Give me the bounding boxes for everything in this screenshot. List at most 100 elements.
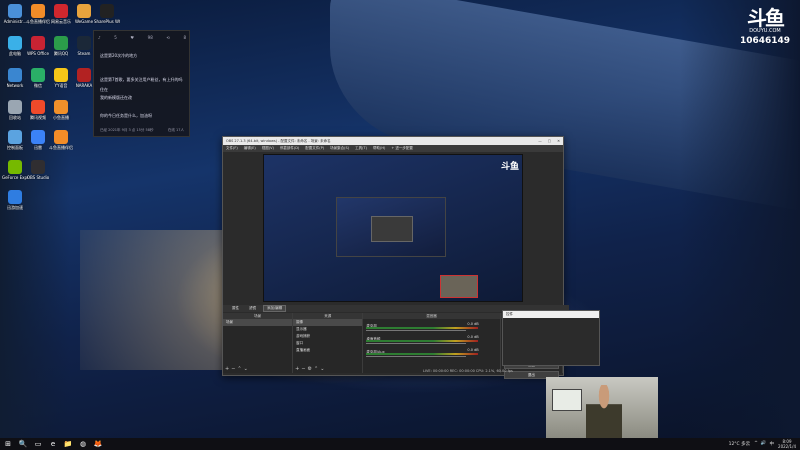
notification-footer-left: 已经 2021年 9月 3 点 15分 58秒 (100, 128, 154, 132)
audio-level-meter (366, 353, 479, 355)
app-icon (77, 4, 91, 18)
notification-stat: 5 (114, 35, 117, 40)
volume-slider[interactable] (366, 330, 467, 331)
desktop-icon-label: 迅游加速 (7, 205, 23, 210)
chat-message: 这是第7首歌，要多关注用户粉丝，有上升的吗 (100, 77, 183, 82)
scenes-dock: 场景 场景 +−⌃⌄ (223, 313, 294, 373)
taskbar-app-icon[interactable]: ▭ (31, 439, 45, 449)
taskbar-app-icon[interactable]: ◍ (76, 439, 90, 449)
notification-stat: ♥ (130, 35, 135, 40)
taskbar-app-icon[interactable]: e (46, 439, 60, 449)
app-icon (54, 4, 68, 18)
preview-logo: 斗鱼 (500, 162, 519, 172)
obs-menu-item[interactable]: 场景集合(S) (330, 146, 349, 151)
obs-menu-item[interactable]: 视图(V) (262, 146, 274, 151)
mixer-track: 麦克风/Aux 0.0 dB (366, 348, 496, 358)
scene-tab[interactable]: 属性 (229, 306, 242, 311)
maximize-icon[interactable]: ▢ (548, 139, 551, 143)
obs-menu-item[interactable]: 配置文件(P) (305, 146, 324, 151)
obs-menu-item[interactable]: 帮助(H) (373, 146, 385, 151)
volume-slider[interactable] (366, 356, 467, 357)
desktop-icon[interactable]: 小鱼直播 (48, 98, 74, 130)
close-icon[interactable]: ✕ (557, 139, 560, 143)
desktop-icon[interactable]: OBS Studio (25, 158, 51, 190)
desktop-icon-label: OBS Studio (26, 175, 50, 180)
app-icon (31, 100, 45, 114)
notification-stat: ⟲ (166, 35, 170, 40)
app-icon (8, 4, 22, 18)
app-icon (31, 68, 45, 82)
streamer-webcam (546, 377, 658, 439)
nested-preview (336, 197, 446, 257)
preview-webcam (440, 275, 478, 298)
obs-menu-item[interactable]: + 进一步配置 (391, 146, 413, 151)
clock-date: 2022/1/4 (778, 444, 796, 449)
mixer-track-db: 0.0 dB (467, 335, 479, 339)
desktop-icon-label: 小鱼直播 (53, 115, 69, 120)
volume-slider[interactable] (366, 343, 467, 344)
source-item[interactable]: 显示器 (293, 326, 362, 333)
scene-tab[interactable]: 滤镜 (246, 306, 259, 311)
clock[interactable]: 8:09 2022/1/4 (778, 439, 796, 449)
taskbar-app-icon[interactable]: 🦊 (91, 439, 105, 449)
scene-tab[interactable]: 添加/编辑 (263, 305, 287, 312)
streamer (586, 385, 622, 439)
app-icon (8, 130, 22, 144)
obs-menu-item[interactable]: 编辑(E) (244, 146, 256, 151)
app-icon (77, 68, 91, 82)
mixer-track-db: 0.0 dB (467, 348, 479, 352)
app-icon (54, 68, 68, 82)
audio-level-meter (366, 327, 479, 329)
notification-stat: 98 (147, 35, 153, 40)
taskbar-app-icon[interactable]: 📁 (61, 439, 75, 449)
chat-message: 你的今日任务是什么，加油呀 (100, 113, 152, 118)
app-icon (31, 36, 45, 50)
source-item[interactable]: 游戏捕获 (293, 333, 362, 340)
desktop-icon[interactable]: 斗鱼直播伴侣 (48, 128, 74, 160)
taskbar-app-icon[interactable]: 🔍 (16, 439, 30, 449)
app-icon (8, 36, 22, 50)
obs-titlebar[interactable]: OBS 27.1.3 (64-bit, windows) - 配置文件: 未命名… (223, 137, 563, 145)
desktop-icon[interactable]: 迅游加速 (2, 188, 28, 220)
notification-footer-right: 在线 17人 (167, 128, 184, 132)
app-icon (54, 130, 68, 144)
obs-menu-item[interactable]: 停靠部件(D) (280, 146, 299, 151)
app-icon (54, 36, 68, 50)
notification-stat: 8 (183, 35, 186, 40)
notification-stat: ♪ (98, 35, 101, 40)
source-item[interactable]: 窗口 (293, 340, 362, 347)
source-item[interactable]: 直播画面 (293, 347, 362, 354)
desktop-icon-label: SharePlus WOTV (94, 19, 120, 24)
obs-menu-item[interactable]: 文件(F) (226, 146, 238, 151)
app-icon (8, 190, 22, 204)
tray-icon[interactable]: ^ (754, 441, 758, 447)
system-tray: 12°C 多云 ^ 🔊 中 8:09 2022/1/4 (729, 438, 796, 450)
minimize-icon[interactable]: — (538, 139, 542, 143)
start-icon[interactable]: ⊞ (1, 439, 15, 449)
tray-icon[interactable]: 中 (770, 441, 775, 447)
app-icon (8, 160, 22, 174)
background-monitor (552, 389, 582, 411)
sources-dock: 来源 摄像 显示器 游戏捕获 窗口 直播画面 +−⚙⌃⌄ (293, 313, 364, 373)
app-icon (77, 36, 91, 50)
notification-header: ♪ 5 ♥ 98 ⟲ 8 (98, 35, 186, 40)
scenes-controls[interactable]: +−⌃⌄ (225, 366, 250, 372)
chat-message: 这是第20次冷的地方 (100, 53, 138, 58)
obs-preview[interactable]: 斗鱼 (263, 154, 523, 302)
sources-controls[interactable]: +−⚙⌃⌄ (295, 366, 326, 372)
app-icon (8, 68, 22, 82)
app-icon (31, 160, 45, 174)
tray-icon[interactable]: 🔊 (761, 441, 767, 447)
taskbar: ⊞ 🔍 ▭ e 📁 ◍ 🦊 12°C 多云 ^ 🔊 中 8:09 2022/1/4 (0, 438, 800, 450)
app-icon (8, 100, 22, 114)
douyu-logo: 斗鱼 DOUYU.COM 10646149 (735, 8, 795, 58)
obs-menu-item[interactable]: 工具(T) (355, 146, 367, 151)
scene-item[interactable]: 场景 (223, 319, 293, 326)
controls-popup: 控件 (502, 310, 600, 366)
mixer-track: 麦克风 0.0 dB (366, 322, 496, 332)
controls-popup-title: 控件 (503, 311, 599, 318)
source-item[interactable]: 摄像 (293, 319, 363, 326)
mixer-title: 混音器 (363, 313, 500, 319)
weather-widget[interactable]: 12°C 多云 (729, 441, 751, 447)
chat-message: 住在 (100, 87, 108, 92)
